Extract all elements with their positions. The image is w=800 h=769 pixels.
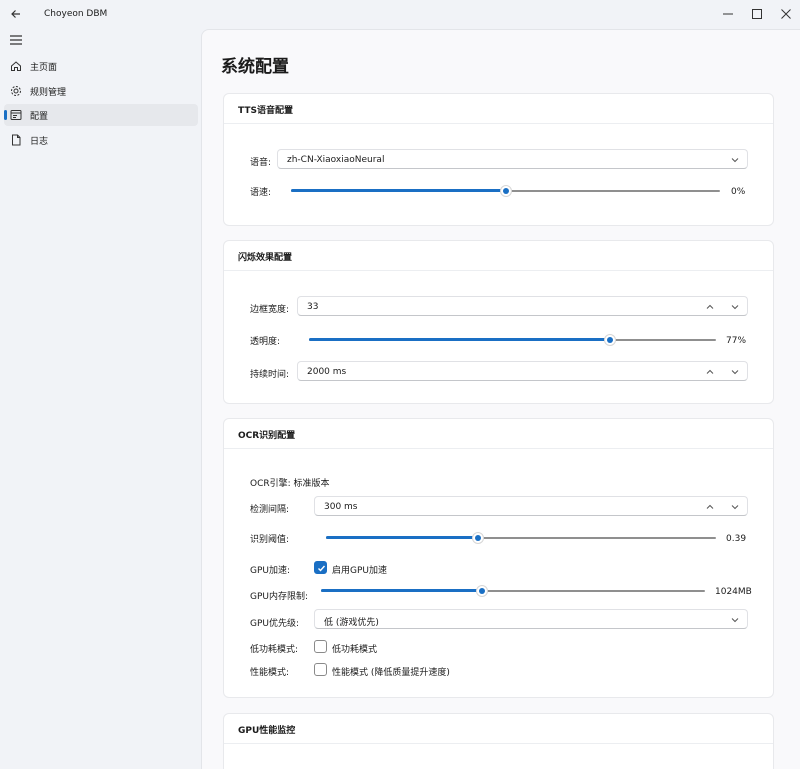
gear-icon xyxy=(10,85,22,97)
voice-select[interactable]: zh-CN-XiaoxiaoNeural xyxy=(277,149,748,169)
border-width-stepper[interactable]: 33 xyxy=(297,296,748,316)
gpu-accel-label: GPU加速: xyxy=(250,566,291,576)
settings-panel-icon xyxy=(10,109,22,121)
threshold-slider[interactable] xyxy=(326,532,716,544)
low-power-checkbox-label[interactable]: 低功耗模式 xyxy=(332,642,377,655)
page-title: 系统配置 xyxy=(221,57,289,77)
back-arrow-icon[interactable] xyxy=(8,6,24,22)
gpu-mem-slider[interactable] xyxy=(321,585,705,597)
slider-thumb[interactable] xyxy=(476,585,489,597)
sidebar-item-label: 日志 xyxy=(30,137,49,147)
sidebar-item-label: 主页面 xyxy=(30,63,58,73)
home-icon xyxy=(10,60,22,72)
chevron-up-icon[interactable] xyxy=(704,501,716,513)
chevron-up-icon[interactable] xyxy=(704,301,716,313)
duration-label: 持续时间: xyxy=(250,370,290,380)
threshold-value: 0.39 xyxy=(726,534,747,544)
card-header: GPU性能监控 xyxy=(224,714,773,744)
ocr-engine-text: OCR引擎: 标准版本 xyxy=(250,479,330,489)
chevron-down-icon[interactable] xyxy=(729,501,741,513)
low-power-checkbox[interactable] xyxy=(314,640,327,653)
document-icon xyxy=(10,134,22,146)
chevron-down-icon[interactable] xyxy=(729,301,741,313)
duration-stepper[interactable]: 2000 ms xyxy=(297,361,748,381)
slider-thumb[interactable] xyxy=(604,334,617,346)
gpu-priority-value: 低 (游戏优先) xyxy=(324,618,379,628)
slider-fill xyxy=(309,338,611,341)
card-header: 闪烁效果配置 xyxy=(224,241,773,271)
hamburger-menu-icon[interactable] xyxy=(8,32,24,48)
gpu-accel-checkbox-label[interactable]: 启用GPU加速 xyxy=(332,563,387,576)
chevron-down-icon xyxy=(729,154,741,166)
voice-label: 语音: xyxy=(250,158,272,168)
interval-label: 检测间隔: xyxy=(250,505,290,515)
sidebar-item-config[interactable]: 配置 xyxy=(4,104,198,126)
selection-indicator xyxy=(4,110,7,120)
card-header: OCR识别配置 xyxy=(224,419,773,449)
chevron-up-icon[interactable] xyxy=(704,366,716,378)
perf-label: 性能模式: xyxy=(250,668,290,678)
chevron-down-icon xyxy=(729,614,741,626)
slider-thumb[interactable] xyxy=(472,532,485,544)
border-width-label: 边框宽度: xyxy=(250,305,290,315)
tts-config-card: TTS语音配置 语音: zh-CN-XiaoxiaoNeural 语速: 0% xyxy=(223,93,774,226)
sidebar-item-home[interactable]: 主页面 xyxy=(4,55,198,77)
gpu-priority-select[interactable]: 低 (游戏优先) xyxy=(314,609,748,629)
gpu-accel-checkbox[interactable] xyxy=(314,561,327,574)
slider-fill xyxy=(291,189,506,192)
gpu-mem-value: 1024MB xyxy=(715,587,752,597)
speed-label: 语速: xyxy=(250,188,272,198)
close-icon[interactable] xyxy=(776,4,796,24)
speed-value: 0% xyxy=(731,187,746,197)
gpu-monitor-card: GPU性能监控 xyxy=(223,713,774,769)
duration-value: 2000 ms xyxy=(307,367,347,377)
slider-thumb[interactable] xyxy=(499,185,512,197)
threshold-label: 识别阈值: xyxy=(250,535,290,545)
perf-checkbox[interactable] xyxy=(314,663,327,676)
gpu-mem-label: GPU内存限制: xyxy=(250,592,309,602)
interval-value: 300 ms xyxy=(324,502,358,512)
title-bar: Choyeon DBM xyxy=(0,0,800,28)
app-title: Choyeon DBM xyxy=(44,9,108,19)
minimize-icon[interactable] xyxy=(718,4,738,24)
maximize-icon[interactable] xyxy=(747,4,767,24)
sidebar-item-label: 配置 xyxy=(30,112,49,122)
ocr-config-card: OCR识别配置 OCR引擎: 标准版本 检测间隔: 300 ms 识别阈值: 0… xyxy=(223,418,774,698)
low-power-label: 低功耗模式: xyxy=(250,645,299,655)
sidebar-item-rules[interactable]: 规则管理 xyxy=(4,80,198,102)
card-header: TTS语音配置 xyxy=(224,94,773,124)
perf-checkbox-label[interactable]: 性能模式 (降低质量提升速度) xyxy=(332,665,450,678)
flash-config-card: 闪烁效果配置 边框宽度: 33 透明度: 77% 持续时间: 2000 ms xyxy=(223,240,774,404)
opacity-value: 77% xyxy=(726,336,747,346)
gpu-priority-label: GPU优先级: xyxy=(250,619,300,629)
slider-fill xyxy=(326,536,479,539)
chevron-down-icon[interactable] xyxy=(729,366,741,378)
interval-stepper[interactable]: 300 ms xyxy=(314,496,748,516)
border-width-value: 33 xyxy=(307,302,319,312)
voice-select-value: zh-CN-XiaoxiaoNeural xyxy=(287,155,385,165)
sidebar-item-label: 规则管理 xyxy=(30,88,67,98)
opacity-slider[interactable] xyxy=(309,334,716,346)
slider-fill xyxy=(321,589,483,592)
speed-slider[interactable] xyxy=(291,185,720,197)
sidebar-item-log[interactable]: 日志 xyxy=(4,129,198,151)
main-content[interactable]: 系统配置 TTS语音配置 语音: zh-CN-XiaoxiaoNeural 语速… xyxy=(201,29,800,769)
opacity-label: 透明度: xyxy=(250,337,281,347)
